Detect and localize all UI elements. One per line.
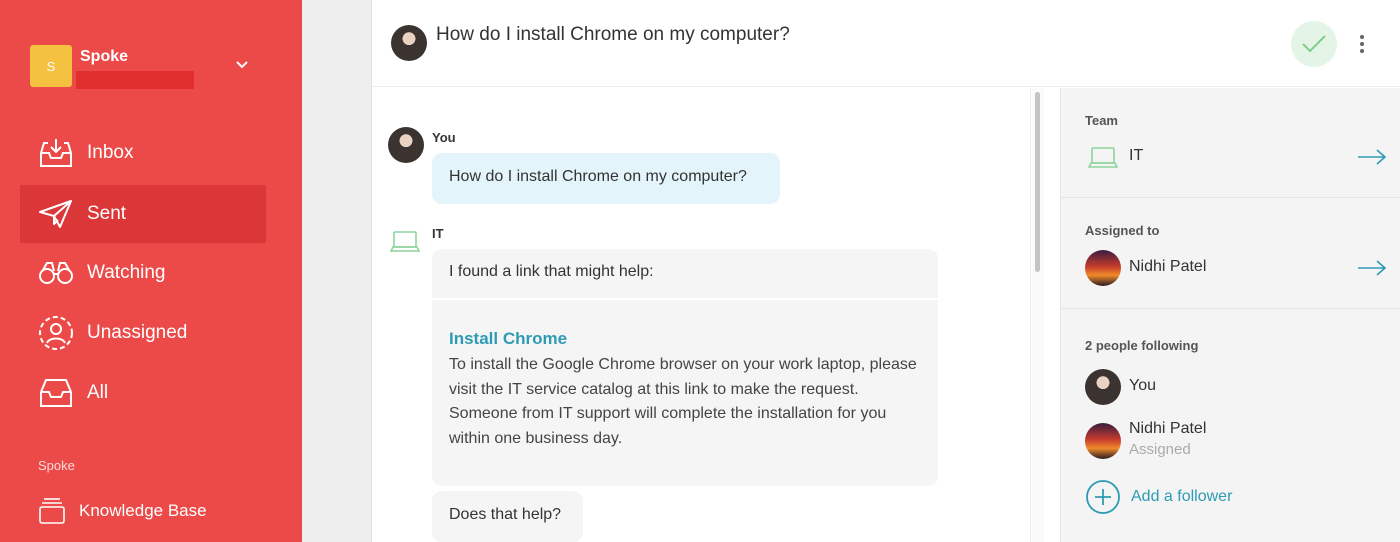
nav-item-all[interactable]: All — [20, 364, 266, 422]
avatar — [391, 25, 427, 61]
nav-label-all: All — [87, 382, 109, 403]
nav-item-sent[interactable]: Sent — [20, 185, 266, 243]
follower-name: Nidhi Patel — [1129, 420, 1207, 437]
assignee-name: Nidhi Patel — [1129, 258, 1207, 275]
nav-item-inbox[interactable]: Inbox — [20, 124, 266, 182]
details-panel: Team IT Assigned to Nidhi Patel 2 people… — [1060, 88, 1400, 542]
checkmark-icon — [1302, 35, 1326, 53]
paper-plane-icon — [38, 196, 74, 232]
team-label: Team — [1085, 113, 1118, 128]
sender-name: IT — [432, 226, 444, 241]
arrow-right-icon[interactable] — [1357, 149, 1387, 165]
article-link[interactable]: Install Chrome — [449, 329, 921, 349]
add-follower-label: Add a follower — [1131, 488, 1233, 505]
nav-label-inbox: Inbox — [87, 142, 134, 163]
chevron-down-icon[interactable] — [235, 58, 249, 72]
plus-circle-icon — [1086, 480, 1120, 514]
nav-label-watching: Watching — [87, 262, 166, 283]
nav-label-unassigned: Unassigned — [87, 322, 188, 343]
dot-icon — [1360, 35, 1364, 39]
nav-label-knowledge-base: Knowledge Base — [79, 501, 207, 520]
sender-name: You — [432, 130, 456, 145]
followers-label: 2 people following — [1085, 338, 1199, 353]
tray-icon — [38, 375, 74, 411]
arrow-right-icon[interactable] — [1357, 260, 1387, 276]
assignee-section: Assigned to Nidhi Patel — [1061, 198, 1400, 309]
nav-item-watching[interactable]: Watching — [20, 244, 266, 302]
laptop-icon — [390, 231, 420, 252]
article-description: To install the Google Chrome browser on … — [449, 356, 917, 447]
team-section: Team IT — [1061, 88, 1400, 198]
more-options-button[interactable] — [1354, 32, 1370, 56]
nav-item-unassigned[interactable]: Unassigned — [20, 304, 266, 362]
avatar — [1085, 369, 1121, 405]
dot-icon — [1360, 42, 1364, 46]
nav-item-knowledge-base[interactable]: Knowledge Base — [38, 497, 207, 525]
message-bubble: How do I install Chrome on my computer? — [432, 153, 780, 204]
follower-role: Assigned — [1129, 441, 1191, 458]
workspace-logo: S — [30, 45, 72, 87]
message-bubble: I found a link that might help: Install … — [432, 249, 938, 486]
sidebar-section-label: Spoke — [38, 458, 75, 473]
binoculars-icon — [38, 255, 74, 291]
redacted-user-name — [76, 71, 194, 89]
inbox-icon — [38, 135, 74, 171]
page-title: How do I install Chrome on my computer? — [436, 24, 790, 45]
knowledge-base-icon — [39, 498, 65, 524]
avatar — [1085, 423, 1121, 459]
assigned-label: Assigned to — [1085, 223, 1160, 238]
avatar — [1085, 250, 1121, 286]
workspace-switcher[interactable]: S Spoke — [30, 45, 194, 89]
message-text: I found a link that might help: — [432, 249, 938, 300]
team-value: IT — [1129, 147, 1144, 164]
laptop-icon — [1088, 147, 1118, 168]
follower-name: You — [1129, 377, 1156, 394]
add-follower-button[interactable]: Add a follower — [1085, 479, 1232, 515]
sidebar: S Spoke Inbox Sent Watching Unassigned A… — [0, 0, 302, 542]
avatar — [388, 127, 424, 163]
scrollbar[interactable] — [1030, 88, 1044, 542]
message-bubble: Does that help? — [432, 491, 583, 542]
resolve-button[interactable] — [1291, 21, 1337, 67]
unassigned-user-icon — [38, 315, 74, 351]
conversation-header: How do I install Chrome on my computer? — [372, 0, 1400, 87]
workspace-name: Spoke — [80, 48, 129, 65]
dot-icon — [1360, 49, 1364, 53]
nav-label-sent: Sent — [87, 203, 127, 224]
scrollbar-thumb[interactable] — [1035, 92, 1040, 272]
